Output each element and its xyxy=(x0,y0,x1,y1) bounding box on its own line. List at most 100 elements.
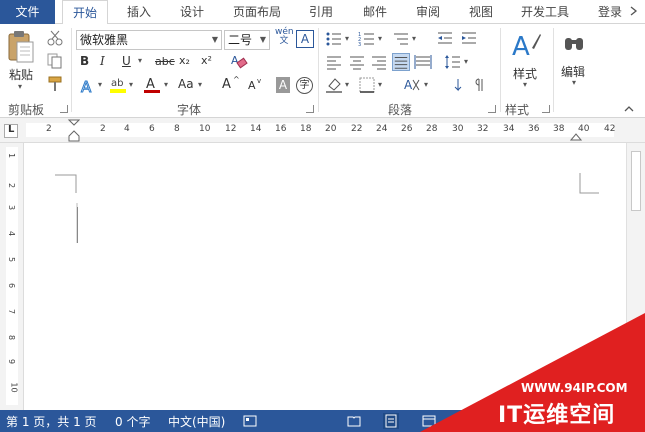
tab-view[interactable]: 视图 xyxy=(469,0,493,24)
tab-design[interactable]: 设计 xyxy=(180,0,204,24)
styles-dropdown-icon[interactable]: ▾ xyxy=(523,80,527,89)
subscript-button[interactable]: x₂ xyxy=(179,54,190,67)
multilevel-dropdown-icon[interactable]: ▾ xyxy=(412,34,416,43)
copy-icon[interactable] xyxy=(46,52,64,70)
svg-text:3: 3 xyxy=(358,42,361,48)
tab-insert[interactable]: 插入 xyxy=(127,0,151,24)
align-center-icon[interactable] xyxy=(348,53,366,71)
format-painter-icon[interactable] xyxy=(46,75,64,93)
tab-home[interactable]: 开始 xyxy=(62,0,108,25)
font-name-combo[interactable]: 微软雅黑 ▼ xyxy=(76,30,222,50)
increase-indent-icon[interactable] xyxy=(460,30,478,48)
highlight-color-icon[interactable]: ab xyxy=(109,76,127,94)
tab-developer[interactable]: 开发工具 xyxy=(521,0,569,24)
tab-page-layout[interactable]: 页面布局 xyxy=(233,0,281,24)
indent-markers-icon[interactable] xyxy=(68,119,80,143)
ruler-tick-label: 42 xyxy=(604,124,616,134)
page-info[interactable]: 第 1 页，共 1 页 xyxy=(6,413,97,430)
tab-file[interactable]: 文件 xyxy=(0,0,55,24)
align-right-icon[interactable] xyxy=(370,53,388,71)
underline-dropdown-icon[interactable]: ▾ xyxy=(138,56,142,65)
decrease-indent-icon[interactable] xyxy=(436,30,454,48)
read-mode-icon[interactable] xyxy=(347,414,361,428)
svg-text:A: A xyxy=(231,54,239,67)
line-spacing-icon[interactable] xyxy=(444,53,462,71)
bullets-icon[interactable] xyxy=(325,30,343,48)
sign-in-link[interactable]: 登录 xyxy=(598,0,622,24)
tab-stop-selector[interactable]: L xyxy=(4,124,18,138)
web-layout-icon[interactable] xyxy=(422,414,436,428)
ruler-tick-label: 6 xyxy=(149,124,155,134)
font-name-dropdown-icon[interactable]: ▼ xyxy=(212,31,218,49)
cut-icon[interactable] xyxy=(46,29,64,47)
font-size-dropdown-icon[interactable]: ▼ xyxy=(260,31,266,49)
text-effects-icon[interactable]: A xyxy=(79,77,97,96)
scrollbar-thumb[interactable] xyxy=(631,151,641,211)
shrink-font-button[interactable]: A xyxy=(248,79,256,92)
text-effects-dropdown-icon[interactable]: ▾ xyxy=(98,80,102,89)
clipboard-dialog-launcher-icon[interactable] xyxy=(60,105,68,113)
justify-icon[interactable] xyxy=(392,53,410,71)
chinese-layout-dropdown-icon[interactable]: ▾ xyxy=(424,80,428,89)
vertical-ruler[interactable]: 1 2 3 4 5 6 7 8 9 10 xyxy=(0,143,24,410)
shading-dropdown-icon[interactable]: ▾ xyxy=(345,80,349,89)
borders-icon[interactable] xyxy=(358,76,376,94)
numbering-icon[interactable]: 123 xyxy=(358,30,376,48)
strikethrough-button[interactable]: abc xyxy=(155,55,175,68)
collapse-ribbon-icon[interactable] xyxy=(624,104,634,114)
shading-icon[interactable] xyxy=(325,76,343,94)
char-shading-button[interactable]: A xyxy=(276,77,290,93)
highlight-dropdown-icon[interactable]: ▾ xyxy=(129,80,133,89)
underline-button[interactable]: U xyxy=(122,54,131,68)
grow-font-button[interactable]: A xyxy=(222,77,231,92)
print-layout-icon[interactable] xyxy=(383,413,399,429)
font-size-combo[interactable]: 二号 ▼ xyxy=(224,30,270,50)
bullets-dropdown-icon[interactable]: ▾ xyxy=(345,34,349,43)
multilevel-list-icon[interactable] xyxy=(392,30,410,48)
change-case-button[interactable]: Aa xyxy=(178,77,194,91)
find-binoculars-icon[interactable] xyxy=(561,30,587,56)
ruler-tick-label: 38 xyxy=(553,124,565,134)
tab-mailings[interactable]: 邮件 xyxy=(363,0,387,24)
horizontal-ruler[interactable]: L 2 2 4 6 8 10 12 14 16 18 20 22 24 26 28 30 32 34 36 38 40 4… xyxy=(0,118,645,143)
distributed-icon[interactable] xyxy=(414,53,432,71)
line-spacing-dropdown-icon[interactable]: ▾ xyxy=(464,57,468,66)
enclose-characters-button[interactable]: 字 xyxy=(296,77,313,94)
show-marks-icon[interactable] xyxy=(470,76,488,94)
paste-dropdown-arrow-icon[interactable]: ▾ xyxy=(18,82,22,91)
language-indicator[interactable]: 中文(中国) xyxy=(168,413,225,430)
sort-icon[interactable] xyxy=(446,76,464,94)
clear-formatting-icon[interactable]: A xyxy=(230,52,248,70)
paste-button[interactable] xyxy=(6,30,42,70)
borders-dropdown-icon[interactable]: ▾ xyxy=(378,80,382,89)
tab-stop-symbol: L xyxy=(8,124,15,135)
bold-button[interactable]: B xyxy=(80,54,89,68)
ribbon-tab-bar: 文件 开始 插入 设计 页面布局 引用 邮件 审阅 视图 开发工具 登录 xyxy=(0,0,645,25)
char-border-top-button[interactable]: A xyxy=(296,30,314,48)
font-color-dropdown-icon[interactable]: ▾ xyxy=(164,80,168,89)
font-dialog-launcher-icon[interactable] xyxy=(306,105,314,113)
vruler-tick-label: 5 xyxy=(7,256,17,263)
macro-record-icon[interactable] xyxy=(243,414,257,428)
align-left-icon[interactable] xyxy=(325,53,343,71)
change-case-dropdown-icon[interactable]: ▾ xyxy=(198,80,202,89)
paragraph-dialog-launcher-icon[interactable] xyxy=(488,105,496,113)
phonetic-guide-button[interactable]: wén 文 xyxy=(275,28,294,46)
editing-dropdown-icon[interactable]: ▾ xyxy=(572,78,576,87)
italic-button[interactable]: I xyxy=(100,54,105,68)
superscript-button[interactable]: x² xyxy=(201,54,212,67)
word-count[interactable]: 0 个字 xyxy=(115,413,150,430)
paste-label[interactable]: 粘贴 xyxy=(9,66,33,83)
styles-icon[interactable]: A xyxy=(510,28,542,62)
ruler-tick-label: 24 xyxy=(376,124,388,134)
font-color-icon[interactable]: A xyxy=(143,76,161,94)
document-page[interactable] xyxy=(24,143,626,410)
numbering-dropdown-icon[interactable]: ▾ xyxy=(378,34,382,43)
vertical-scrollbar[interactable] xyxy=(626,143,645,410)
scroll-tabs-right-icon[interactable] xyxy=(627,5,639,17)
chinese-layout-icon[interactable]: A xyxy=(403,76,421,94)
right-indent-marker-icon[interactable] xyxy=(570,131,582,141)
tab-references[interactable]: 引用 xyxy=(309,0,333,24)
tab-review[interactable]: 审阅 xyxy=(416,0,440,24)
styles-dialog-launcher-icon[interactable] xyxy=(542,105,550,113)
